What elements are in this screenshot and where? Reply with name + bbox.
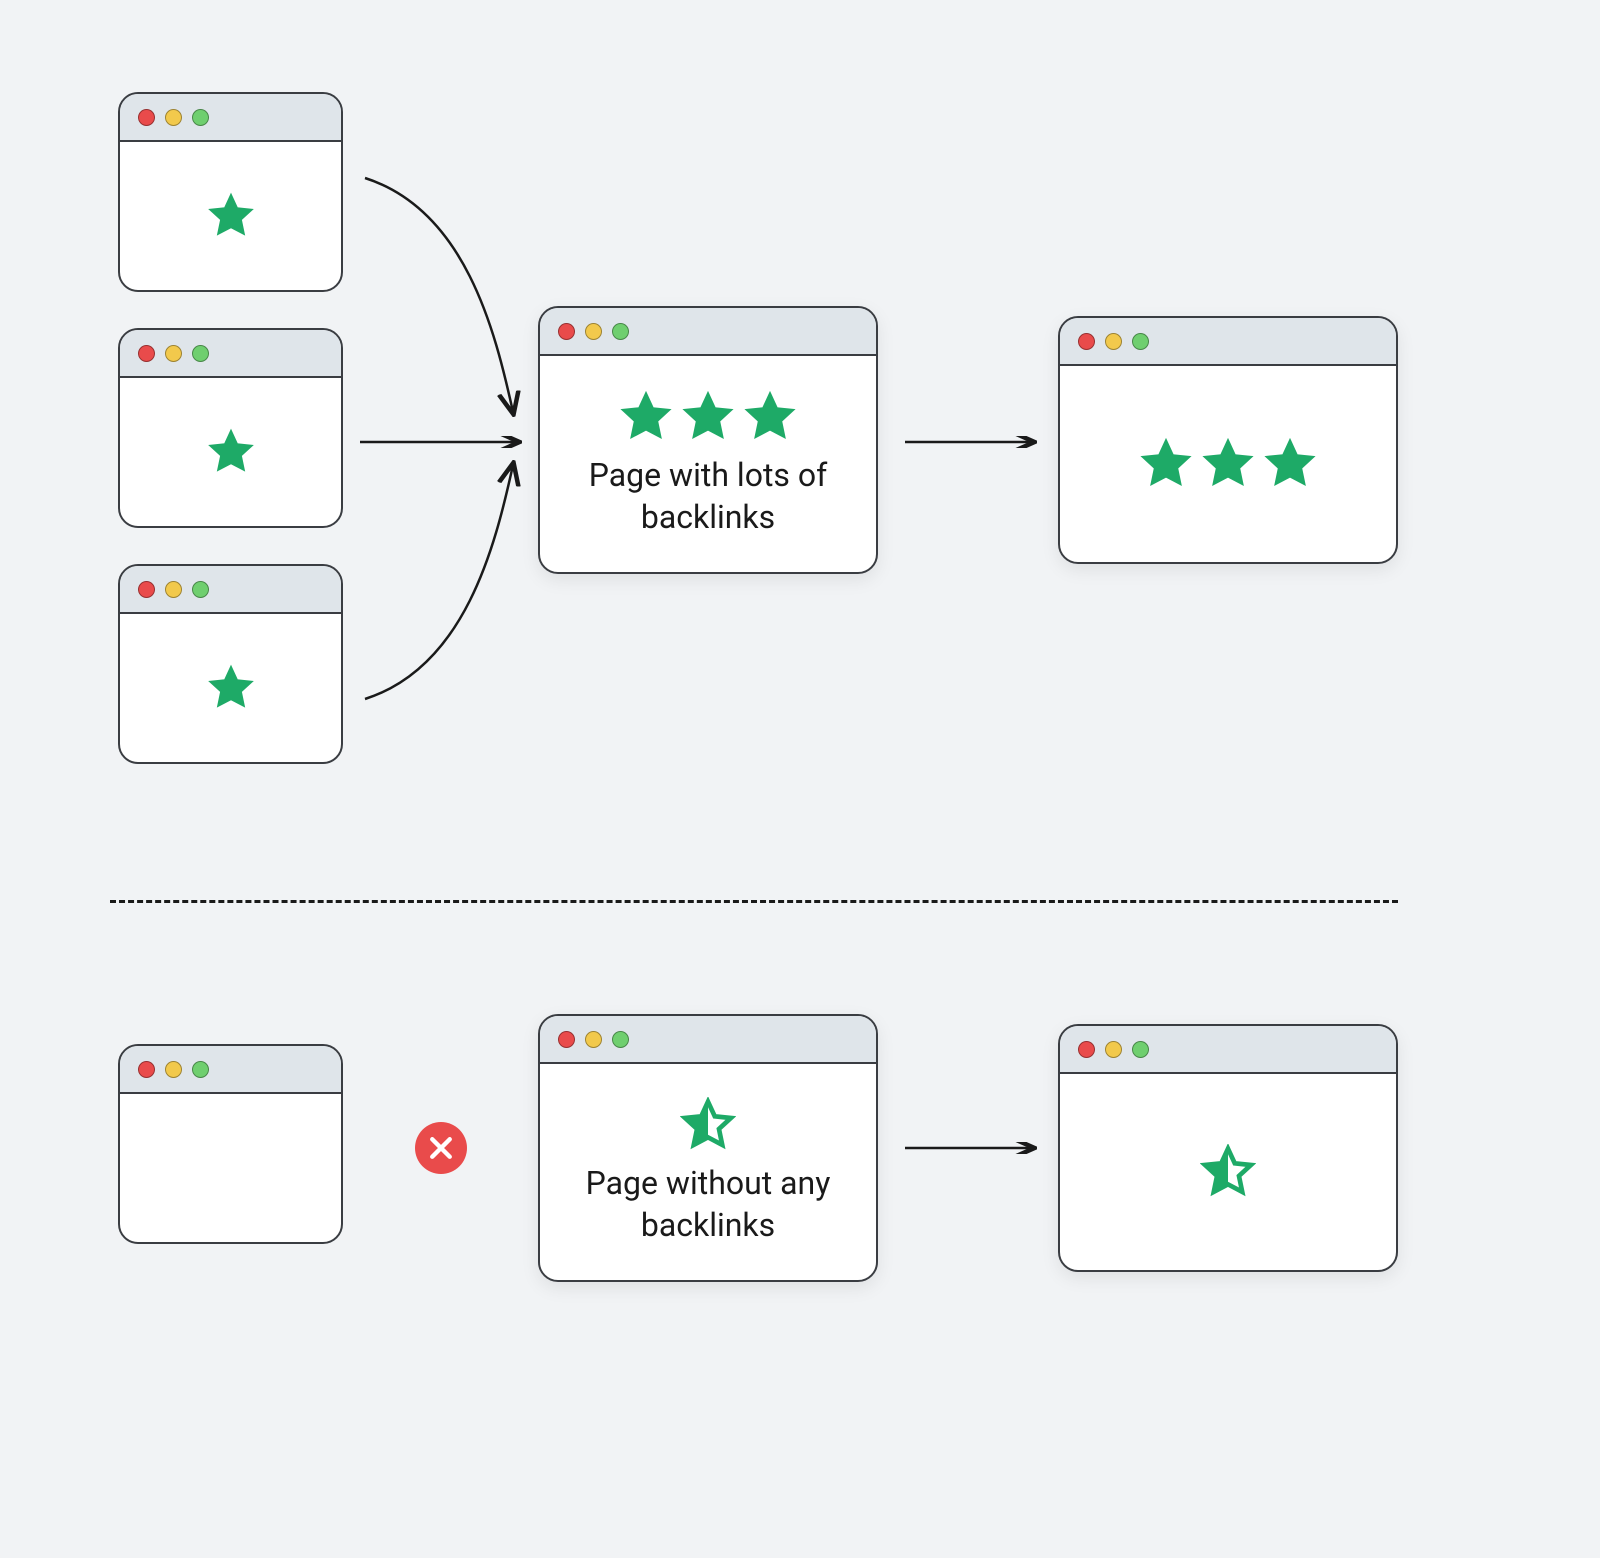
window-header xyxy=(120,330,341,378)
traffic-light-green xyxy=(1132,333,1149,350)
half-star-icon xyxy=(1200,1144,1256,1200)
star-icon xyxy=(206,427,256,477)
center-page-backlinks: Page with lots of backlinks xyxy=(538,306,878,574)
traffic-light-green xyxy=(192,345,209,362)
x-blocker-icon xyxy=(415,1122,467,1174)
traffic-light-green xyxy=(612,1031,629,1048)
traffic-light-yellow xyxy=(1105,1041,1122,1058)
traffic-light-green xyxy=(612,323,629,340)
traffic-light-red xyxy=(558,1031,575,1048)
window-header xyxy=(540,1016,876,1064)
traffic-light-yellow xyxy=(165,109,182,126)
window-header xyxy=(1060,318,1396,366)
window-header xyxy=(1060,1026,1396,1074)
star-icon xyxy=(1262,436,1318,492)
star-row xyxy=(206,191,256,241)
window-header xyxy=(120,94,341,142)
traffic-light-green xyxy=(192,581,209,598)
star-icon xyxy=(618,389,674,445)
star-row xyxy=(680,1097,736,1153)
star-icon xyxy=(206,191,256,241)
x-icon xyxy=(426,1133,456,1163)
section-divider xyxy=(110,900,1398,903)
center-page-label: Page with lots of backlinks xyxy=(550,455,866,538)
traffic-light-yellow xyxy=(1105,333,1122,350)
source-page-empty xyxy=(118,1044,343,1244)
arrow-bottom-to-center xyxy=(355,452,525,707)
star-row xyxy=(206,663,256,713)
arrow-center-to-result-bottom xyxy=(900,1142,1040,1154)
traffic-light-red xyxy=(558,323,575,340)
center-page-no-backlinks: Page without any backlinks xyxy=(538,1014,878,1282)
traffic-light-yellow xyxy=(165,1061,182,1078)
traffic-light-red xyxy=(138,1061,155,1078)
star-row xyxy=(1200,1144,1256,1200)
arrow-top-to-center xyxy=(355,170,525,425)
result-page-bottom xyxy=(1058,1024,1398,1272)
window-header xyxy=(540,308,876,356)
source-page-1 xyxy=(118,92,343,292)
traffic-light-green xyxy=(192,1061,209,1078)
star-icon xyxy=(1200,436,1256,492)
traffic-light-yellow xyxy=(585,1031,602,1048)
star-row xyxy=(1138,436,1318,492)
traffic-light-yellow xyxy=(585,323,602,340)
arrow-center-to-result xyxy=(900,436,1040,448)
window-header xyxy=(120,566,341,614)
source-page-3 xyxy=(118,564,343,764)
traffic-light-red xyxy=(138,345,155,362)
traffic-light-red xyxy=(1078,1041,1095,1058)
star-icon xyxy=(206,663,256,713)
arrow-mid-to-center xyxy=(355,436,525,448)
source-page-2 xyxy=(118,328,343,528)
star-icon xyxy=(680,389,736,445)
result-page-top xyxy=(1058,316,1398,564)
traffic-light-yellow xyxy=(165,345,182,362)
traffic-light-red xyxy=(138,581,155,598)
star-icon xyxy=(1138,436,1194,492)
star-row xyxy=(206,427,256,477)
half-star-icon xyxy=(680,1097,736,1153)
star-row xyxy=(618,389,798,445)
traffic-light-yellow xyxy=(165,581,182,598)
traffic-light-green xyxy=(192,109,209,126)
window-header xyxy=(120,1046,341,1094)
traffic-light-red xyxy=(138,109,155,126)
traffic-light-green xyxy=(1132,1041,1149,1058)
star-icon xyxy=(742,389,798,445)
traffic-light-red xyxy=(1078,333,1095,350)
center-page-label: Page without any backlinks xyxy=(550,1163,866,1246)
